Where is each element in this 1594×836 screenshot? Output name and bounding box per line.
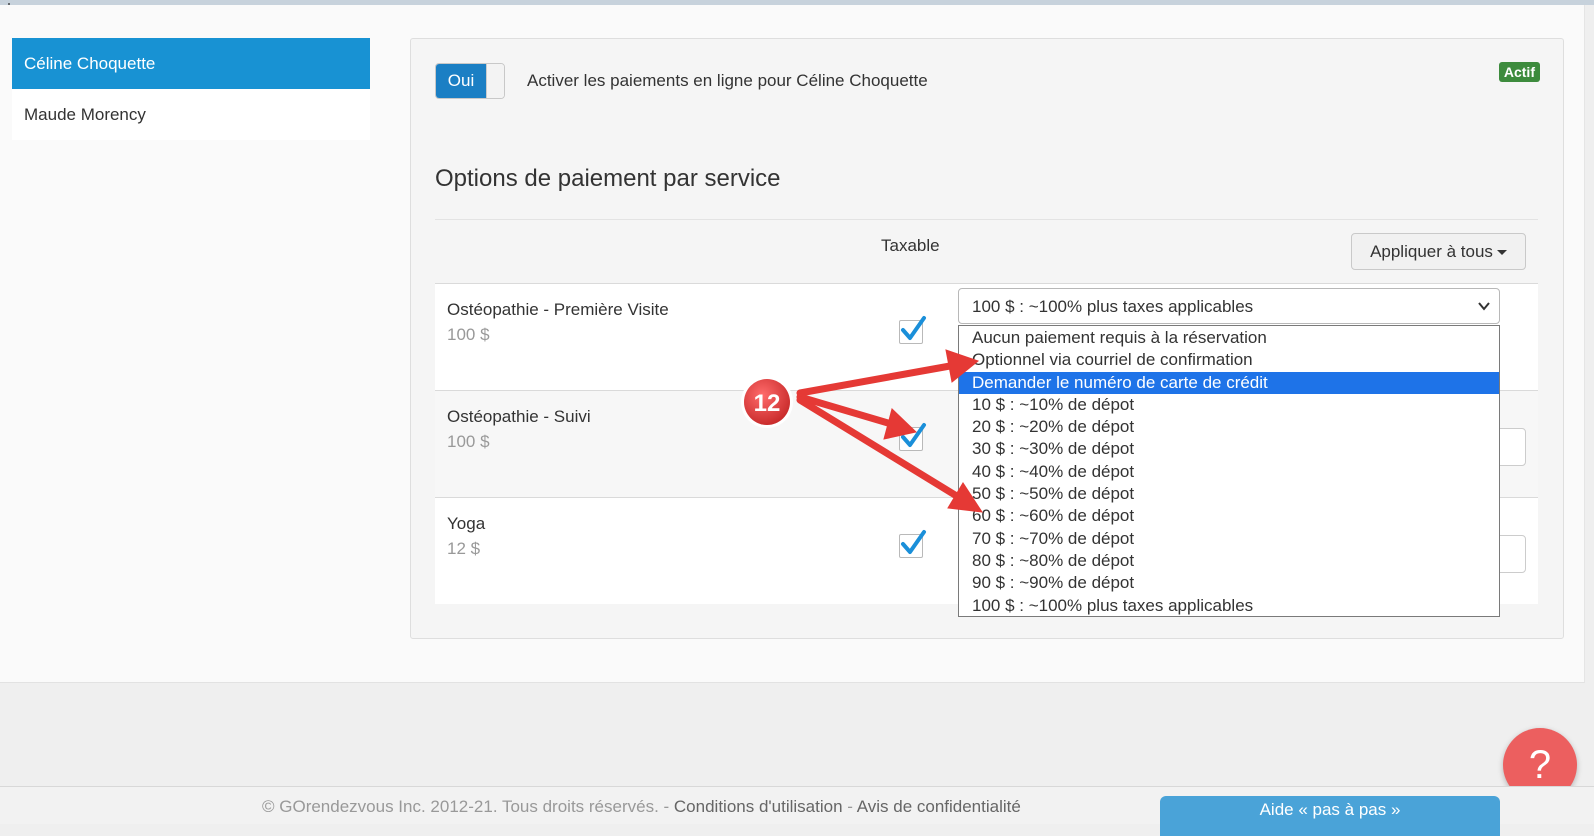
caret-down-icon xyxy=(1496,250,1507,256)
dropdown-option[interactable]: 90 $ : ~90% de dépot xyxy=(959,572,1499,594)
service-name: Yoga xyxy=(447,514,486,533)
dropdown-option[interactable]: 40 $ : ~40% de dépot xyxy=(959,461,1499,483)
terms-link[interactable]: Conditions d'utilisation xyxy=(674,797,843,816)
help-button-label: Aide « pas à pas » xyxy=(1259,800,1401,819)
dropdown-option[interactable]: Aucun paiement requis à la réservation xyxy=(959,327,1499,349)
toggle-handle[interactable] xyxy=(486,64,504,98)
apply-to-all-label: Appliquer à tous xyxy=(1370,242,1493,261)
taxable-checkbox[interactable] xyxy=(899,316,926,344)
dropdown-option[interactable]: 60 $ : ~60% de dépot xyxy=(959,505,1499,527)
status-badge: Actif xyxy=(1498,62,1540,82)
service-name: Ostéopathie - Suivi xyxy=(447,407,591,426)
select-current-value: 100 $ : ~100% plus taxes applicables xyxy=(972,297,1254,316)
checkmark-icon xyxy=(901,423,926,447)
service-price: 100 $ xyxy=(447,432,490,451)
online-payment-toggle[interactable]: Oui xyxy=(435,63,505,99)
question-icon: ? xyxy=(1528,743,1552,787)
footer-copyright: © GOrendezvous Inc. 2012-21. Tous droits… xyxy=(262,797,1021,817)
toggle-on-label: Oui xyxy=(436,64,486,98)
service-price: 12 $ xyxy=(447,539,481,558)
sidebar-item-celine-choquette[interactable]: Céline Choquette xyxy=(12,38,370,89)
activate-payments-label: Activer les paiements en ligne pour Céli… xyxy=(527,71,928,90)
step-by-step-help-button[interactable]: Aide « pas à pas » xyxy=(1160,796,1500,836)
dropdown-option[interactable]: 30 $ : ~30% de dépot xyxy=(959,438,1499,460)
dropdown-option[interactable]: Optionnel via courriel de confirmation xyxy=(959,349,1499,371)
copyright-text: © GOrendezvous Inc. 2012-21. Tous droits… xyxy=(262,797,674,816)
footer-separator: - xyxy=(842,797,857,816)
service-name: Ostéopathie - Première Visite xyxy=(447,300,669,319)
taxable-checkbox[interactable] xyxy=(899,530,926,558)
service-price: 100 $ xyxy=(447,325,490,344)
dropdown-option[interactable]: 20 $ : ~20% de dépot xyxy=(959,416,1499,438)
dropdown-option[interactable]: 10 $ : ~10% de dépot xyxy=(959,394,1499,416)
privacy-link[interactable]: Avis de confidentialité xyxy=(857,797,1021,816)
column-header-taxable: Taxable xyxy=(881,236,940,255)
dropdown-option[interactable]: 50 $ : ~50% de dépot xyxy=(959,483,1499,505)
chevron-down-icon xyxy=(1478,302,1490,311)
checkmark-icon xyxy=(901,530,926,554)
dropdown-option[interactable]: 70 $ : ~70% de dépot xyxy=(959,528,1499,550)
payment-options-dropdown: Aucun paiement requis à la réservation O… xyxy=(958,325,1500,617)
table-header: Taxable Appliquer à tous xyxy=(435,219,1538,283)
section-title: Options de paiement par service xyxy=(435,165,781,192)
apply-to-all-button[interactable]: Appliquer à tous xyxy=(1351,233,1526,270)
dropdown-option-highlighted[interactable]: Demander le numéro de carte de crédit xyxy=(959,371,1499,394)
payment-option-select-open[interactable]: 100 $ : ~100% plus taxes applicables xyxy=(958,288,1500,324)
sidebar-item-maude-morency[interactable]: Maude Morency xyxy=(12,89,370,140)
staff-sidebar: Céline Choquette Maude Morency xyxy=(12,38,370,140)
taxable-checkbox[interactable] xyxy=(899,423,926,451)
dropdown-option[interactable]: 100 $ : ~100% plus taxes applicables xyxy=(959,595,1499,617)
checkmark-icon xyxy=(901,316,926,340)
dropdown-option[interactable]: 80 $ : ~80% de dépot xyxy=(959,550,1499,572)
